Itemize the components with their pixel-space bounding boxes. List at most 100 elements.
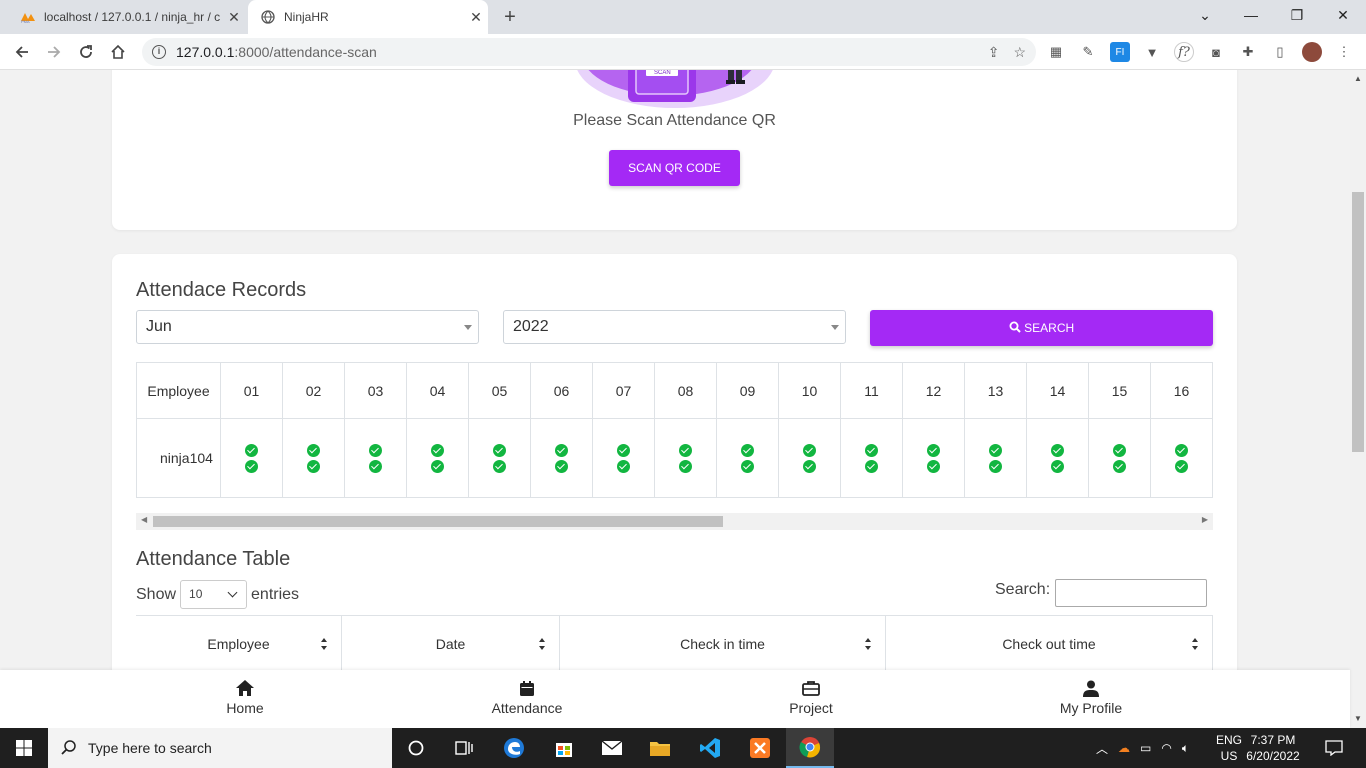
entries-length-control: Show 10 entries [136, 580, 299, 609]
notification-icon[interactable] [1310, 728, 1358, 768]
bookmark-star-icon[interactable]: ☆ [1013, 44, 1026, 61]
language-indicator[interactable]: ENG US [1216, 732, 1242, 764]
close-window-button[interactable]: ✕ [1320, 0, 1366, 30]
scan-qr-code-button[interactable]: SCAN QR CODE [609, 150, 740, 186]
scrollbar-thumb[interactable] [153, 516, 723, 527]
vue-extension-icon[interactable]: ▼ [1142, 42, 1162, 62]
fi-extension-icon[interactable]: FI [1110, 42, 1130, 62]
scrollbar-thumb[interactable] [1352, 192, 1364, 452]
windows-logo-icon [16, 740, 32, 756]
nav-project[interactable]: Project [751, 678, 871, 716]
grid-day-cell [592, 418, 655, 498]
start-button[interactable] [0, 728, 48, 768]
page-viewport: SCAN Please Scan Attendance QR SCAN QR C… [0, 70, 1350, 670]
camera-extension-icon[interactable]: ◙ [1206, 42, 1226, 62]
reload-button[interactable] [72, 38, 100, 66]
chrome-icon[interactable] [786, 728, 834, 768]
address-bar[interactable]: i 127.0.0.1:8000/attendance-scan ⇪ ☆ [142, 38, 1036, 66]
scroll-down-arrow-icon[interactable]: ▼ [1350, 714, 1366, 723]
year-select[interactable]: 2022 [503, 310, 846, 344]
new-tab-button[interactable]: + [498, 5, 522, 29]
cloudflare-icon[interactable]: ☁ [1118, 741, 1130, 755]
grid-header-day: 03 [344, 362, 407, 419]
profile-avatar[interactable] [1302, 42, 1322, 62]
lang-region: US [1220, 749, 1238, 763]
minimize-button[interactable]: — [1228, 0, 1274, 30]
grid-day-cell [282, 418, 345, 498]
file-explorer-icon[interactable] [636, 728, 684, 768]
store-icon[interactable] [540, 728, 588, 768]
grid-header-day: 01 [220, 362, 283, 419]
extension-icon[interactable]: ▦ [1046, 42, 1066, 62]
tab-search-icon[interactable]: ⌄ [1182, 0, 1228, 30]
grid-header-day: 05 [468, 362, 531, 419]
url-path: :8000/attendance-scan [234, 44, 377, 60]
system-tray: ︿ ☁ ▭ ◠ 🔈︎ [1096, 728, 1189, 768]
formula-extension-icon[interactable]: f? [1174, 42, 1194, 62]
eyedropper-extension-icon[interactable]: ✎ [1078, 42, 1098, 62]
forward-button[interactable] [40, 38, 68, 66]
grid-header-day: 04 [406, 362, 469, 419]
table-search-input[interactable] [1055, 579, 1207, 607]
check-in-icon [741, 443, 754, 457]
calendar-icon [467, 678, 587, 698]
restore-button[interactable]: ❐ [1274, 0, 1320, 30]
cortana-icon[interactable] [392, 728, 440, 768]
side-panel-icon[interactable]: ▯ [1270, 42, 1290, 62]
menu-kebab-icon[interactable]: ⋮ [1334, 42, 1354, 62]
grid-header-day: 11 [840, 362, 903, 419]
site-info-icon[interactable]: i [152, 45, 166, 59]
back-button[interactable] [8, 38, 36, 66]
battery-icon[interactable]: ▭ [1140, 741, 1151, 755]
page-vertical-scrollbar[interactable]: ▲ ▼ [1350, 70, 1366, 728]
check-out-icon [803, 459, 816, 473]
grid-header-day: 07 [592, 362, 655, 419]
month-select[interactable]: Jun [136, 310, 479, 344]
column-header-check-in[interactable]: Check in time [560, 616, 886, 670]
grid-horizontal-scrollbar[interactable]: ◀ ▶ [136, 513, 1213, 530]
column-header-date[interactable]: Date [342, 616, 560, 670]
close-tab-icon[interactable]: ✕ [222, 9, 246, 26]
nav-my-profile[interactable]: My Profile [1031, 678, 1151, 716]
entries-select[interactable]: 10 [180, 580, 248, 609]
scroll-left-arrow-icon[interactable]: ◀ [141, 515, 147, 524]
grid-day-cell [902, 418, 965, 498]
column-header-check-out[interactable]: Check out time [886, 616, 1213, 670]
grid-day-cell [220, 418, 283, 498]
edge-icon[interactable] [490, 728, 538, 768]
nav-attendance[interactable]: Attendance [467, 678, 587, 716]
volume-icon[interactable]: 🔈︎ [1182, 741, 1189, 756]
check-out-icon [369, 459, 382, 473]
tab-phpmyadmin[interactable]: PMA localhost / 127.0.0.1 / ninja_hr / c… [8, 0, 246, 34]
vscode-icon[interactable] [686, 728, 734, 768]
column-label: Check in time [680, 636, 765, 652]
check-in-icon [617, 443, 630, 457]
grid-employee-cell: ninja104 [136, 418, 221, 498]
caret-down-icon [464, 325, 472, 330]
nav-home[interactable]: Home [185, 678, 305, 716]
search-button[interactable]: SEARCH [870, 310, 1213, 346]
scroll-right-arrow-icon[interactable]: ▶ [1202, 515, 1208, 524]
search-icon [61, 740, 76, 755]
tab-ninjahr[interactable]: NinjaHR ✕ [248, 0, 488, 34]
xampp-icon[interactable] [736, 728, 784, 768]
share-icon[interactable]: ⇪ [988, 44, 1000, 61]
taskbar-search-placeholder: Type here to search [88, 740, 212, 756]
chevron-up-icon[interactable]: ︿ [1096, 740, 1108, 757]
wifi-icon[interactable]: ◠ [1161, 741, 1171, 755]
nav-label: My Profile [1059, 700, 1123, 716]
scroll-up-arrow-icon[interactable]: ▲ [1350, 74, 1366, 83]
show-label: Show [136, 585, 177, 603]
task-view-icon[interactable] [440, 728, 488, 768]
column-header-employee[interactable]: Employee [136, 616, 342, 670]
home-button[interactable] [104, 38, 132, 66]
close-tab-icon[interactable]: ✕ [464, 9, 488, 26]
taskbar-search-box[interactable]: Type here to search [48, 728, 392, 768]
puzzle-extensions-icon[interactable]: ✚ [1238, 42, 1258, 62]
mail-icon[interactable] [588, 728, 636, 768]
check-out-icon [555, 459, 568, 473]
tab-title: localhost / 127.0.0.1 / ninja_hr / c [44, 10, 221, 24]
month-select-value: Jun [146, 318, 172, 335]
grid-day-cell [344, 418, 407, 498]
taskbar-clock[interactable]: 7:37 PM 6/20/2022 [1246, 732, 1300, 764]
